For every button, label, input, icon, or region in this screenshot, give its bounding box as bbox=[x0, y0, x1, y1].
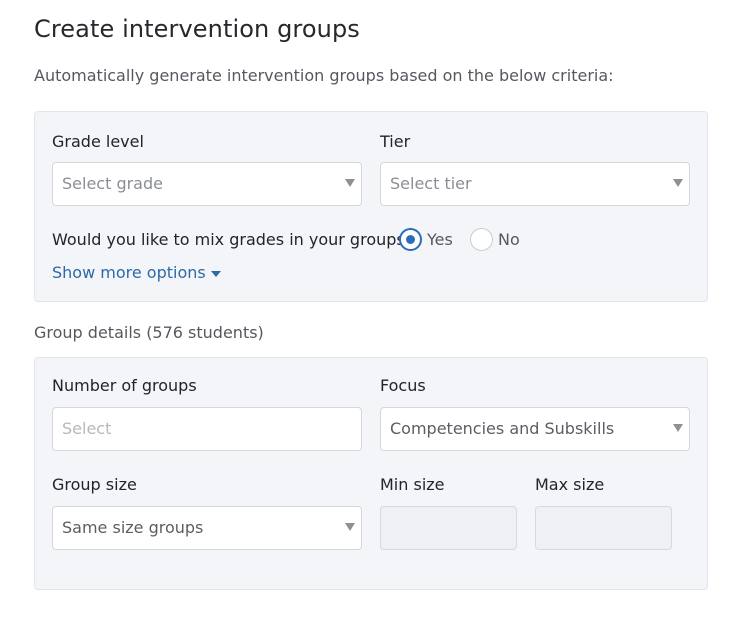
mix-grades-yes-label[interactable]: Yes bbox=[427, 230, 453, 249]
grade-level-placeholder: Select grade bbox=[62, 174, 163, 193]
caret-down-icon bbox=[210, 270, 221, 277]
page-title: Create intervention groups bbox=[34, 15, 360, 43]
group-size-select[interactable]: Same size groups bbox=[52, 506, 362, 550]
number-of-groups-input[interactable]: Select bbox=[52, 407, 362, 451]
mix-grades-question: Would you like to mix grades in your gro… bbox=[52, 230, 411, 249]
number-of-groups-placeholder: Select bbox=[62, 419, 112, 438]
criteria-panel: Grade level Select grade Tier Select tie… bbox=[34, 111, 708, 302]
number-of-groups-label: Number of groups bbox=[52, 376, 197, 395]
group-details-title: Group details (576 students) bbox=[34, 323, 264, 342]
mix-grades-yes-radio[interactable] bbox=[399, 228, 422, 251]
caret-down-icon bbox=[345, 179, 355, 187]
group-details-panel: Number of groups Select Focus Competenci… bbox=[34, 357, 708, 590]
mix-grades-no-radio[interactable] bbox=[470, 228, 493, 251]
tier-select[interactable]: Select tier bbox=[380, 162, 690, 206]
caret-down-icon bbox=[673, 424, 683, 432]
focus-value: Competencies and Subskills bbox=[390, 419, 615, 438]
caret-down-icon bbox=[345, 523, 355, 531]
min-size-label: Min size bbox=[380, 475, 445, 494]
tier-placeholder: Select tier bbox=[390, 174, 472, 193]
page-subtitle: Automatically generate intervention grou… bbox=[34, 66, 614, 85]
focus-label: Focus bbox=[380, 376, 426, 395]
max-size-label: Max size bbox=[535, 475, 605, 494]
group-size-value: Same size groups bbox=[62, 518, 204, 537]
grade-level-label: Grade level bbox=[52, 132, 144, 151]
caret-down-icon bbox=[673, 179, 683, 187]
max-size-input[interactable] bbox=[535, 506, 672, 550]
show-more-options-link[interactable]: Show more options bbox=[52, 263, 221, 282]
focus-select[interactable]: Competencies and Subskills bbox=[380, 407, 690, 451]
group-size-label: Group size bbox=[52, 475, 137, 494]
grade-level-select[interactable]: Select grade bbox=[52, 162, 362, 206]
mix-grades-no-label[interactable]: No bbox=[498, 230, 520, 249]
min-size-input[interactable] bbox=[380, 506, 517, 550]
tier-label: Tier bbox=[380, 132, 411, 151]
show-more-options-label: Show more options bbox=[52, 263, 206, 282]
